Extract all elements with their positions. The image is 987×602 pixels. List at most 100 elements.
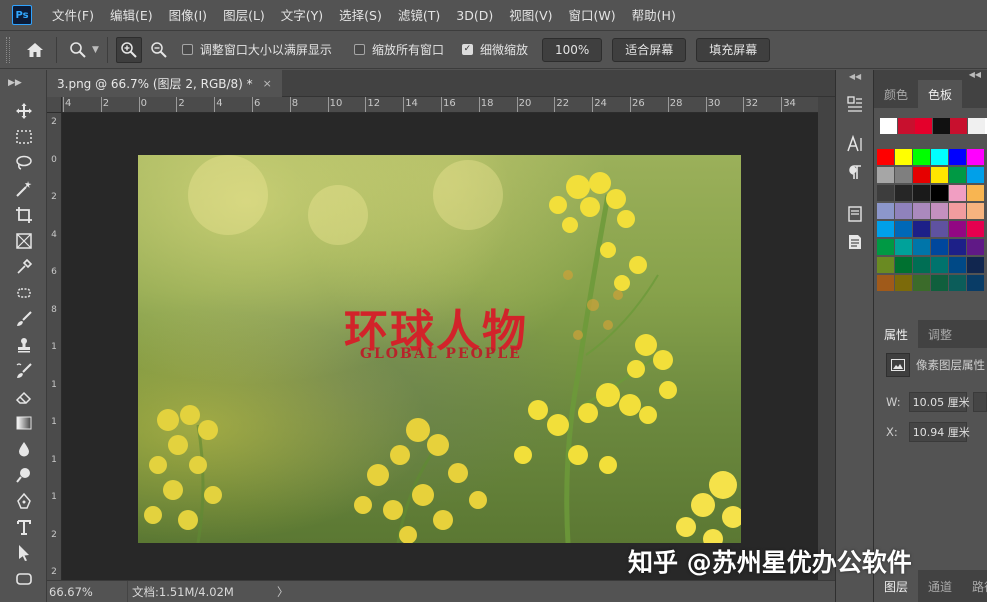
swatch[interactable] — [877, 257, 894, 273]
menu-3d[interactable]: 3D(D) — [448, 0, 501, 31]
swatch[interactable] — [967, 149, 984, 165]
swatch[interactable] — [931, 185, 948, 201]
menu-filter[interactable]: 滤镜(T) — [390, 0, 448, 31]
scrubby-zoom-checkbox[interactable]: ✓ 细微缩放 — [461, 41, 528, 58]
resize-windows-checkbox[interactable]: 调整窗口大小以满屏显示 — [181, 41, 332, 58]
swatch[interactable] — [877, 149, 894, 165]
swatch[interactable] — [895, 239, 912, 255]
swatch[interactable] — [949, 275, 966, 291]
healing-brush-tool-icon[interactable] — [13, 282, 35, 304]
photoshop-logo-icon[interactable]: Ps — [12, 5, 32, 25]
menu-edit[interactable]: 编辑(E) — [102, 0, 161, 31]
path-selection-tool-icon[interactable] — [13, 542, 35, 564]
type-tool-icon[interactable] — [13, 516, 35, 538]
pen-tool-icon[interactable] — [13, 490, 35, 512]
menu-image[interactable]: 图像(I) — [161, 0, 215, 31]
frame-tool-icon[interactable] — [13, 230, 35, 252]
crop-tool-icon[interactable] — [13, 204, 35, 226]
swatch[interactable] — [949, 221, 966, 237]
checkbox-box[interactable] — [353, 44, 365, 55]
chevron-right-icon[interactable]: 〉 — [277, 584, 289, 600]
clone-stamp-tool-icon[interactable] — [13, 334, 35, 356]
swatch[interactable] — [931, 257, 948, 273]
swatch[interactable] — [949, 203, 966, 219]
swatch[interactable] — [895, 275, 912, 291]
menu-view[interactable]: 视图(V) — [501, 0, 560, 31]
swatch[interactable] — [949, 257, 966, 273]
swatch[interactable] — [931, 167, 948, 183]
dodge-tool-icon[interactable] — [13, 464, 35, 486]
home-button[interactable] — [22, 37, 48, 63]
libraries-panel-icon[interactable] — [845, 204, 865, 224]
strip-collapse-icon[interactable]: ◀◀ — [845, 70, 865, 82]
eraser-tool-icon[interactable] — [13, 386, 35, 408]
swatch[interactable] — [931, 149, 948, 165]
paragraph-panel-icon[interactable] — [845, 162, 865, 182]
menu-select[interactable]: 选择(S) — [331, 0, 390, 31]
swatch[interactable] — [931, 275, 948, 291]
zoom-out-button[interactable] — [146, 37, 172, 63]
marquee-tool-icon[interactable] — [13, 126, 35, 148]
horizontal-ruler[interactable]: 4 2 0 2 4 6 8 10 12 14 16 18 20 22 24 26 28 30 32 34 — [62, 97, 818, 113]
swatch[interactable] — [915, 118, 932, 134]
swatch[interactable] — [895, 221, 912, 237]
menu-window[interactable]: 窗口(W) — [561, 0, 624, 31]
swatch[interactable] — [967, 221, 984, 237]
swatch[interactable] — [950, 118, 967, 134]
swatch[interactable] — [931, 203, 948, 219]
chevron-down-icon[interactable]: ▼ — [92, 45, 99, 55]
swatch[interactable] — [897, 118, 915, 134]
brush-tool-icon[interactable] — [13, 308, 35, 330]
notes-panel-icon[interactable] — [845, 232, 865, 252]
ruler-origin[interactable] — [47, 97, 62, 113]
swatch[interactable] — [895, 203, 912, 219]
history-brush-tool-icon[interactable] — [13, 360, 35, 382]
menu-help[interactable]: 帮助(H) — [624, 0, 684, 31]
swatch[interactable] — [932, 118, 950, 134]
swatch[interactable] — [931, 239, 948, 255]
checkbox-box-checked[interactable]: ✓ — [461, 44, 473, 55]
swatch[interactable] — [967, 239, 984, 255]
swatch[interactable] — [913, 203, 930, 219]
tab-adjustments[interactable]: 调整 — [918, 320, 962, 348]
tab-properties[interactable]: 属性 — [874, 320, 919, 348]
swatch[interactable] — [877, 221, 894, 237]
swatch[interactable] — [949, 185, 966, 201]
swatch[interactable] — [877, 185, 894, 201]
swatch[interactable] — [913, 149, 930, 165]
swatch[interactable] — [913, 257, 930, 273]
vertical-scrollbar[interactable] — [818, 97, 835, 580]
swatch[interactable] — [967, 203, 984, 219]
zoom-all-windows-checkbox[interactable]: 缩放所有窗口 — [353, 41, 444, 58]
blur-tool-icon[interactable] — [13, 438, 35, 460]
x-input[interactable]: 10.94 厘米 — [908, 422, 970, 442]
tab-channels[interactable]: 通道 — [918, 570, 962, 602]
vertical-ruler[interactable]: 2 0 2 4 6 8 1 1 1 1 1 2 2 — [47, 113, 62, 580]
swatch[interactable] — [877, 239, 894, 255]
menu-layer[interactable]: 图层(L) — [215, 0, 273, 31]
document-tab[interactable]: 3.png @ 66.7% (图层 2, RGB/8) * × — [47, 70, 282, 97]
link-icon[interactable] — [972, 392, 987, 412]
swatch[interactable] — [913, 275, 930, 291]
swatch[interactable] — [895, 185, 912, 201]
swatch[interactable] — [967, 185, 984, 201]
swatch[interactable] — [877, 275, 894, 291]
options-bar-grip[interactable] — [6, 36, 10, 63]
magic-wand-tool-icon[interactable] — [13, 178, 35, 200]
toolbar-collapse-icon[interactable]: ▶▶ — [0, 70, 46, 96]
close-icon[interactable]: × — [263, 77, 272, 90]
swatch[interactable] — [949, 239, 966, 255]
swatch[interactable] — [949, 149, 966, 165]
move-tool-icon[interactable] — [13, 100, 35, 122]
fit-screen-button[interactable]: 适合屏幕 — [612, 37, 687, 62]
swatch[interactable] — [913, 167, 930, 183]
swatch[interactable] — [895, 167, 912, 183]
width-input[interactable]: 10.05 厘米 — [908, 392, 970, 412]
swatch[interactable] — [913, 185, 930, 201]
lasso-tool-icon[interactable] — [13, 152, 35, 174]
zoom-tool-preset[interactable] — [65, 37, 91, 63]
swatch[interactable] — [913, 221, 930, 237]
swatch[interactable] — [880, 118, 897, 134]
fill-screen-button[interactable]: 填充屏幕 — [696, 37, 771, 62]
eyedropper-tool-icon[interactable] — [13, 256, 35, 278]
